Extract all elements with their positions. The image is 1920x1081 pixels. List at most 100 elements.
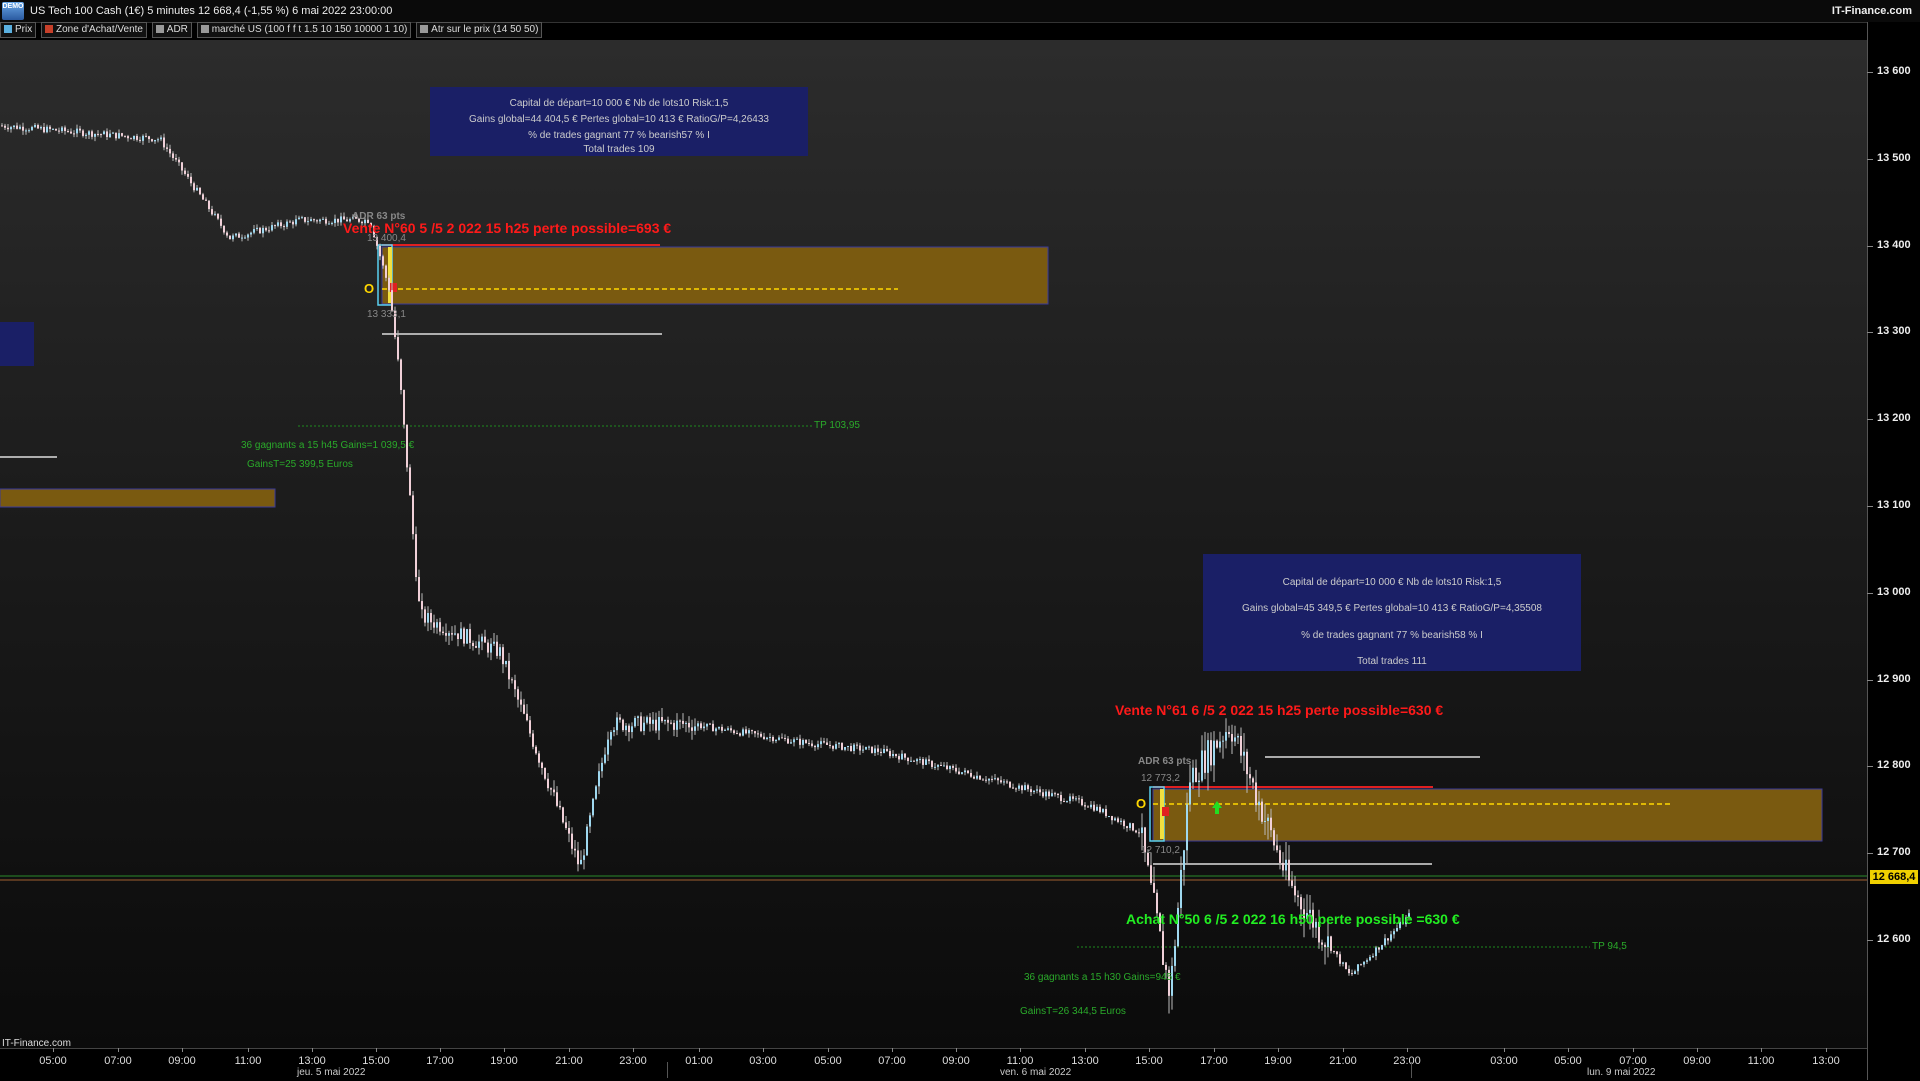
candle-body [1018,785,1020,789]
candle-body [82,130,84,136]
candle-body [1384,938,1386,946]
candle-body [478,641,480,648]
candle-body [1024,785,1026,791]
info2-line4: Total trades 111 [1357,656,1427,667]
candle-body [1192,767,1194,783]
candle-body [451,633,453,635]
candle-body [220,218,222,226]
candle-body [556,792,558,806]
candle-body [985,779,987,781]
price-tick [1867,766,1873,768]
candle-body [439,622,441,632]
candle-body [904,753,906,758]
candle-body [1069,796,1071,802]
candle-body [475,646,477,648]
candle-body [1378,947,1380,950]
price-label: 12 600 [1877,933,1911,945]
info2-line2: Gains global=45 349,5 € Pertes global=10… [1242,603,1542,614]
candle-body [43,126,45,133]
candle-body [1075,798,1077,800]
candle-body [877,748,879,752]
candle-body [826,742,828,745]
candle-body [787,738,789,744]
candle-body [598,771,600,787]
price-tick [1867,679,1873,681]
candle-body [679,720,681,722]
candle-body [1225,732,1227,741]
candle-body [265,227,267,231]
candle-body [532,733,534,747]
time-label: 19:00 [1264,1055,1292,1067]
candle-body [391,290,393,311]
candle-body [142,135,144,141]
candle-body [130,138,132,140]
candle-body [217,213,219,219]
candle-body [1261,801,1263,822]
current-price-tag: 12 668,4 [1870,870,1918,884]
candle-body [100,134,102,136]
candle-body [859,745,861,751]
candle-body [1204,750,1206,773]
candle-body [1003,781,1005,783]
candle-body [1060,795,1062,802]
candle-body [604,754,606,763]
time-label: 21:00 [555,1055,583,1067]
candle-body [295,219,297,225]
candle-body [1276,845,1278,851]
candle-body [778,737,780,740]
trade2-winners: 36 gagnants a 15 h30 Gains=945 € [1024,972,1181,983]
candle-body [934,766,936,768]
candle-body [997,778,999,781]
price-tick [1867,332,1873,334]
candle-body [1354,971,1356,975]
candle-body [124,135,126,137]
candle-body [916,759,918,762]
candle-body [1366,960,1368,962]
candle-body [1030,789,1032,793]
candle-body [1228,732,1230,735]
candle-body [1027,785,1029,790]
candle-body [334,218,336,223]
candle-body [838,743,840,745]
candle-body [982,779,984,781]
candle-body [1357,964,1359,972]
candle-body [1081,799,1083,806]
price-axis[interactable] [1867,22,1920,1080]
price-label: 13 200 [1877,412,1911,425]
candle-body [271,225,273,231]
candle-body [232,235,234,240]
candle-body [73,133,75,135]
candle-body [304,217,306,222]
time-tick [892,1048,893,1052]
candle-body [247,234,249,238]
trade2-sell-zone [1152,788,1823,842]
candle-body [1264,820,1266,822]
candle-body [7,127,9,130]
candle-body [1057,793,1059,796]
price-chart[interactable] [0,0,1867,1048]
candle-body [952,766,954,768]
time-tick [1504,1048,1505,1052]
candle-body [94,133,96,137]
info2-line3: % de trades gagnant 77 % bearish58 % I [1301,630,1483,641]
trade1-sell-zone [381,246,1049,305]
candle-body [574,848,576,851]
candle-body [10,127,12,130]
candle-body [1084,805,1086,807]
candle-body [235,233,237,236]
price-label: 13 500 [1877,151,1911,164]
candle-body [382,256,384,266]
time-label: 13:00 [1071,1055,1099,1067]
price-tick [1867,592,1873,594]
candle-body [853,744,855,751]
candle-body [1258,801,1260,806]
price-label: 12 900 [1877,672,1911,685]
candle-body [1333,950,1335,952]
candle-body [199,187,201,195]
candle-body [1363,961,1365,965]
candle-body [760,733,762,737]
info1-line3: % de trades gagnant 77 % bearish57 % I [528,130,710,141]
candle-body [286,221,288,227]
candle-body [448,633,450,636]
candle-body [1285,859,1287,871]
